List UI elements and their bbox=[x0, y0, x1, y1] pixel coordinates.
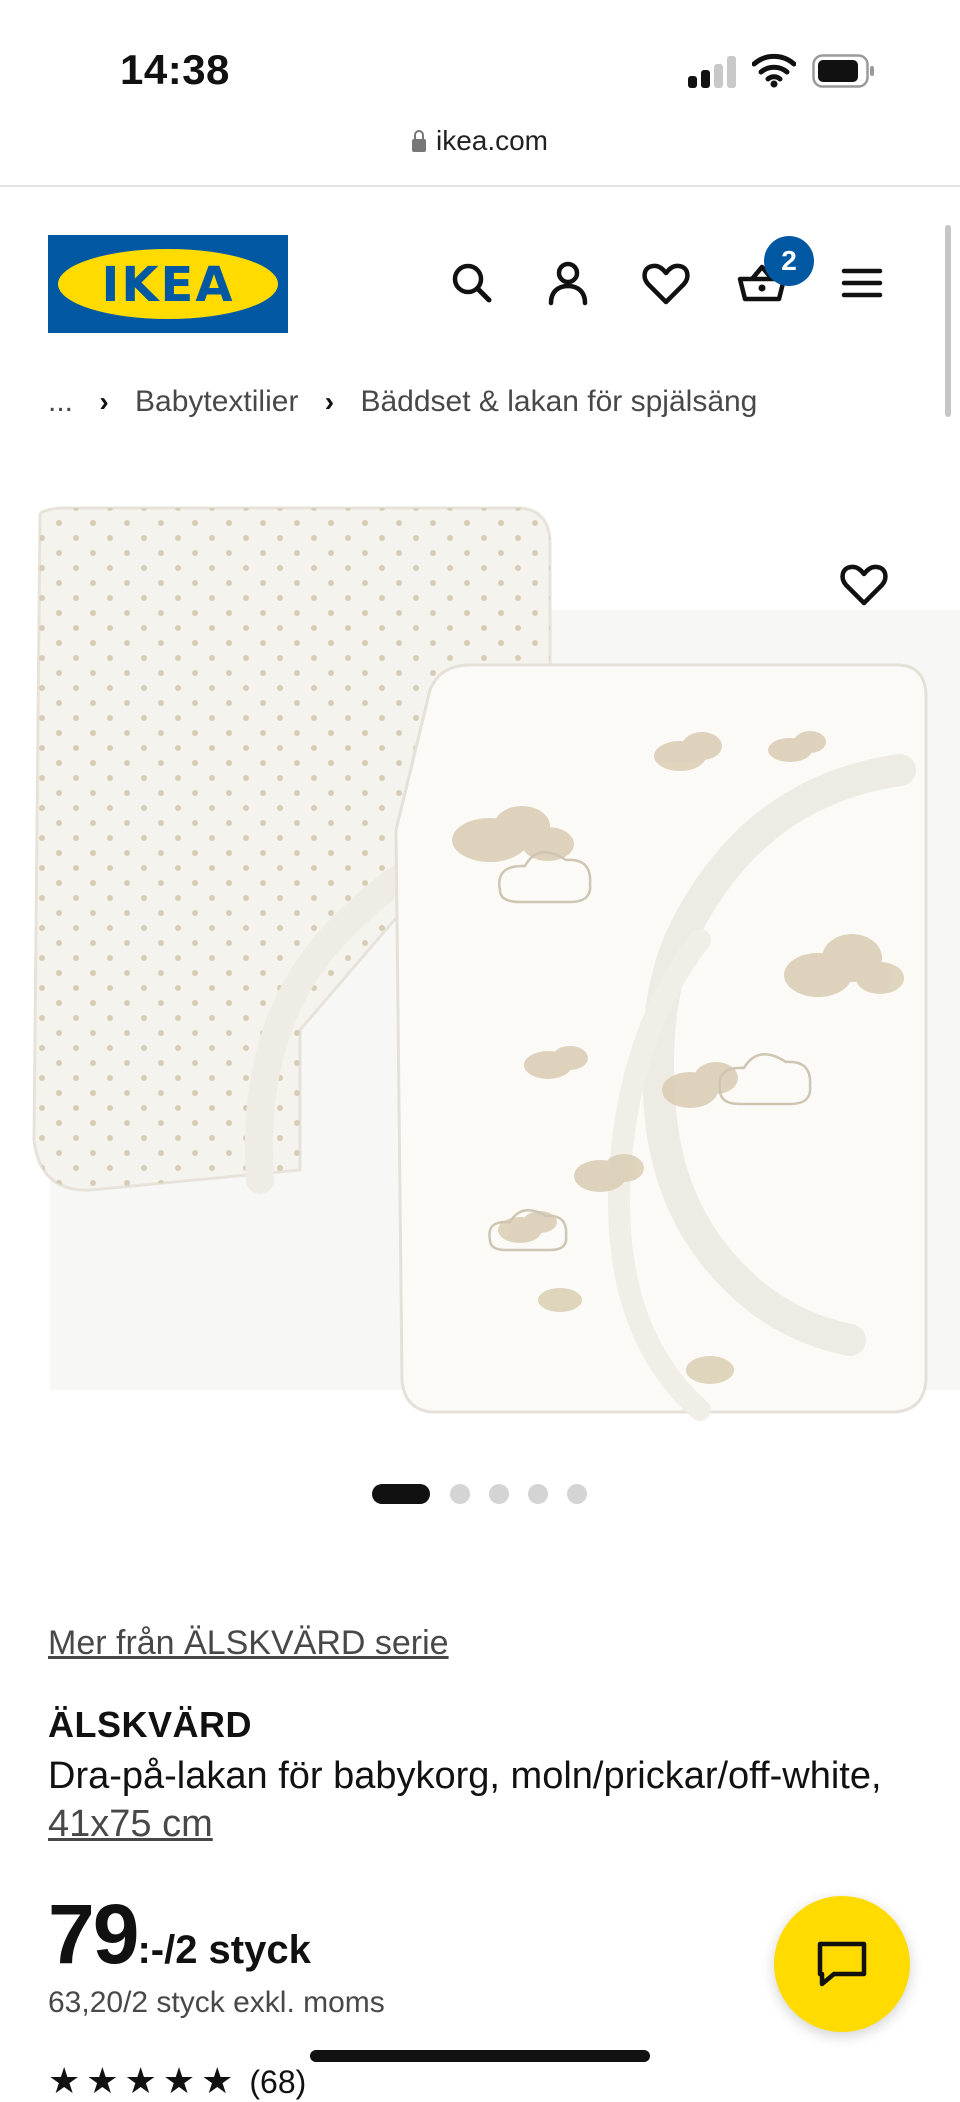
price-amount: 79 bbox=[48, 1887, 139, 1981]
ikea-logo[interactable]: IKEA bbox=[48, 235, 288, 333]
account-icon[interactable] bbox=[540, 255, 596, 311]
carousel-dot[interactable] bbox=[489, 1484, 509, 1504]
product-description: Dra-på-lakan för babykorg, moln/prickar/… bbox=[48, 1752, 888, 1848]
breadcrumb-item-babytextilier[interactable]: Babytextilier bbox=[135, 385, 298, 419]
search-icon[interactable] bbox=[444, 255, 500, 311]
breadcrumb: ... › Babytextilier › Bäddset & lakan fö… bbox=[48, 384, 757, 419]
cart-count-badge: 2 bbox=[764, 236, 814, 286]
divider bbox=[0, 185, 960, 187]
battery-icon bbox=[812, 54, 876, 88]
price-excl-vat: 63,20/2 styck exkl. moms bbox=[48, 1986, 385, 2019]
scrollbar[interactable] bbox=[945, 225, 951, 417]
wifi-icon bbox=[751, 52, 797, 88]
carousel-dot[interactable] bbox=[528, 1484, 548, 1504]
rating[interactable]: ★★★★★ (68) bbox=[48, 2060, 306, 2102]
status-time: 14:38 bbox=[120, 46, 230, 93]
product-name: ÄLSKVÄRD bbox=[48, 1704, 253, 1745]
cellular-signal-icon bbox=[688, 56, 736, 88]
carousel-dot[interactable] bbox=[450, 1484, 470, 1504]
chat-button[interactable] bbox=[774, 1896, 910, 2032]
breadcrumb-ellipsis[interactable]: ... bbox=[48, 385, 73, 419]
status-bar: 14:38 bbox=[0, 0, 960, 130]
logo-text: IKEA bbox=[101, 257, 235, 313]
carousel-dot[interactable] bbox=[567, 1484, 587, 1504]
product-image[interactable] bbox=[0, 470, 960, 1450]
price-unit: :-/2 styck bbox=[137, 1928, 311, 1972]
chat-icon bbox=[817, 1941, 867, 1987]
chevron-right-icon: › bbox=[324, 386, 335, 418]
menu-icon[interactable] bbox=[834, 255, 890, 311]
address-bar[interactable]: ikea.com bbox=[0, 125, 960, 185]
product-price: 79:-/2 styck bbox=[48, 1886, 311, 1983]
product-description-text: Dra-på-lakan för babykorg, moln/prickar/… bbox=[48, 1755, 882, 1797]
size-link[interactable]: 41x75 cm bbox=[48, 1803, 213, 1845]
save-to-favorites-icon[interactable] bbox=[836, 556, 892, 612]
breadcrumb-item-baddset[interactable]: Bäddset & lakan för spjälsäng bbox=[360, 385, 757, 419]
favorites-icon[interactable] bbox=[638, 255, 694, 311]
lock-icon bbox=[411, 130, 426, 152]
rating-count: (68) bbox=[249, 2064, 307, 2100]
chevron-right-icon: › bbox=[99, 386, 109, 418]
home-indicator[interactable] bbox=[310, 2050, 650, 2062]
carousel-dot[interactable] bbox=[372, 1484, 430, 1504]
series-link[interactable]: Mer från ÄLSKVÄRD serie bbox=[48, 1624, 449, 1663]
url-text: ikea.com bbox=[435, 125, 549, 156]
